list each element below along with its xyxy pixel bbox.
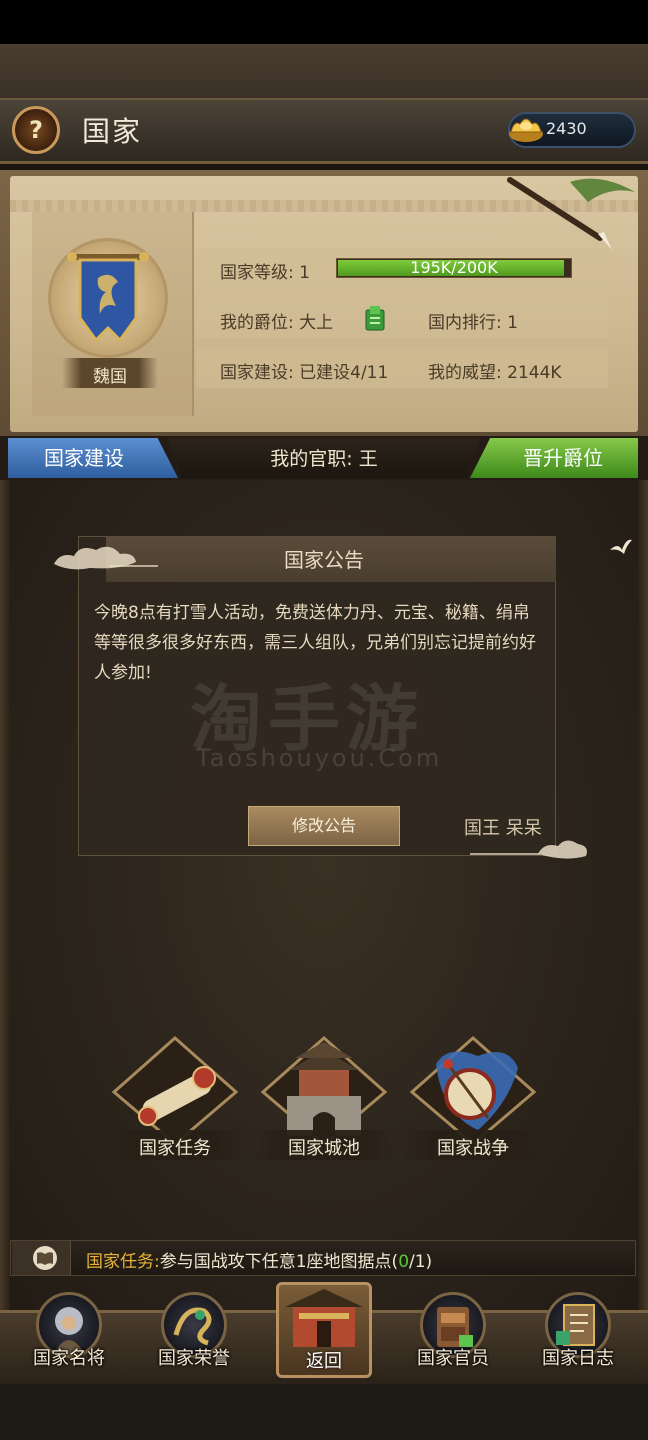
country-build-button[interactable]: 国家建设 [8, 438, 178, 478]
task-progress-total: /1) [409, 1252, 433, 1272]
country-level-label: 国家等级: 1 [220, 263, 310, 283]
feature-country-city[interactable]: 国家城池 [254, 1034, 394, 1164]
notice-title: 国家公告 [284, 548, 364, 572]
nav-label: 国家名将 [33, 1348, 105, 1369]
help-button[interactable]: ? [12, 106, 60, 154]
my-rank-label: 我的爵位: 大上 [220, 313, 334, 333]
domestic-rank-label: 国内排行: 1 [428, 313, 518, 333]
nav-country-officials[interactable]: 国家官员 [398, 1292, 508, 1382]
nav-famous-generals[interactable]: 国家名将 [14, 1292, 124, 1382]
task-progress-done: 0 [398, 1252, 410, 1272]
nav-label: 国家日志 [542, 1348, 614, 1369]
feature-country-task[interactable]: 国家任务 [105, 1034, 245, 1164]
city-gate-icon [260, 1035, 388, 1146]
bottom-filler [0, 1384, 648, 1440]
book-icon [33, 1246, 57, 1270]
watermark-url: Taoshouyou.Com [196, 744, 443, 772]
question-mark-icon: ? [29, 116, 43, 144]
frame-right [638, 480, 648, 1310]
gold-ingot-icon [509, 118, 543, 142]
feature-label: 国家战争 [437, 1138, 509, 1159]
feature-label: 国家任务 [139, 1138, 211, 1159]
nav-country-log[interactable]: 国家日志 [523, 1292, 633, 1382]
level-progress-text: 195K/200K [410, 258, 498, 277]
nav-label: 国家官员 [417, 1348, 489, 1369]
my-office-text: 我的官职: 王 [270, 448, 378, 470]
construction-label: 国家建设: 已建设4/11 [220, 363, 389, 383]
prestige-label: 我的威望: 2144K [428, 363, 562, 383]
rank-badge-icon [365, 306, 385, 331]
page-title: 国家 [82, 115, 143, 148]
frame-left [0, 480, 10, 1310]
bird-icon [610, 539, 632, 554]
top-decoration [0, 44, 648, 100]
task-prefix: 国家任务: [86, 1252, 160, 1272]
nav-label: 国家荣誉 [158, 1348, 230, 1369]
notice-signature: 国王 呆呆 [464, 818, 542, 839]
task-icon-frame [12, 1241, 71, 1275]
feature-country-war[interactable]: 国家战争 [403, 1034, 543, 1164]
currency-value: 2430 [546, 119, 587, 138]
nav-back-label: 返回 [306, 1351, 342, 1372]
task-description: 参与国战攻下任意1座地图据点( [159, 1252, 399, 1272]
task-text: 国家任务:参与国战攻下任意1座地图据点(0/1) [86, 1247, 432, 1272]
cloud-decoration-icon [54, 546, 158, 570]
feature-label: 国家城池 [288, 1138, 360, 1159]
promote-rank-button[interactable]: 晋升爵位 [470, 438, 638, 478]
status-bar [0, 0, 648, 44]
nav-country-honor[interactable]: 国家荣誉 [139, 1292, 249, 1382]
edit-notice-button[interactable]: 修改公告 [248, 806, 400, 846]
country-name: 魏国 [93, 367, 127, 387]
wei-banner-icon[interactable] [60, 248, 156, 352]
palace-icon [285, 1289, 363, 1347]
scroll-icon [111, 1035, 239, 1146]
war-drum-icon [409, 1035, 537, 1146]
